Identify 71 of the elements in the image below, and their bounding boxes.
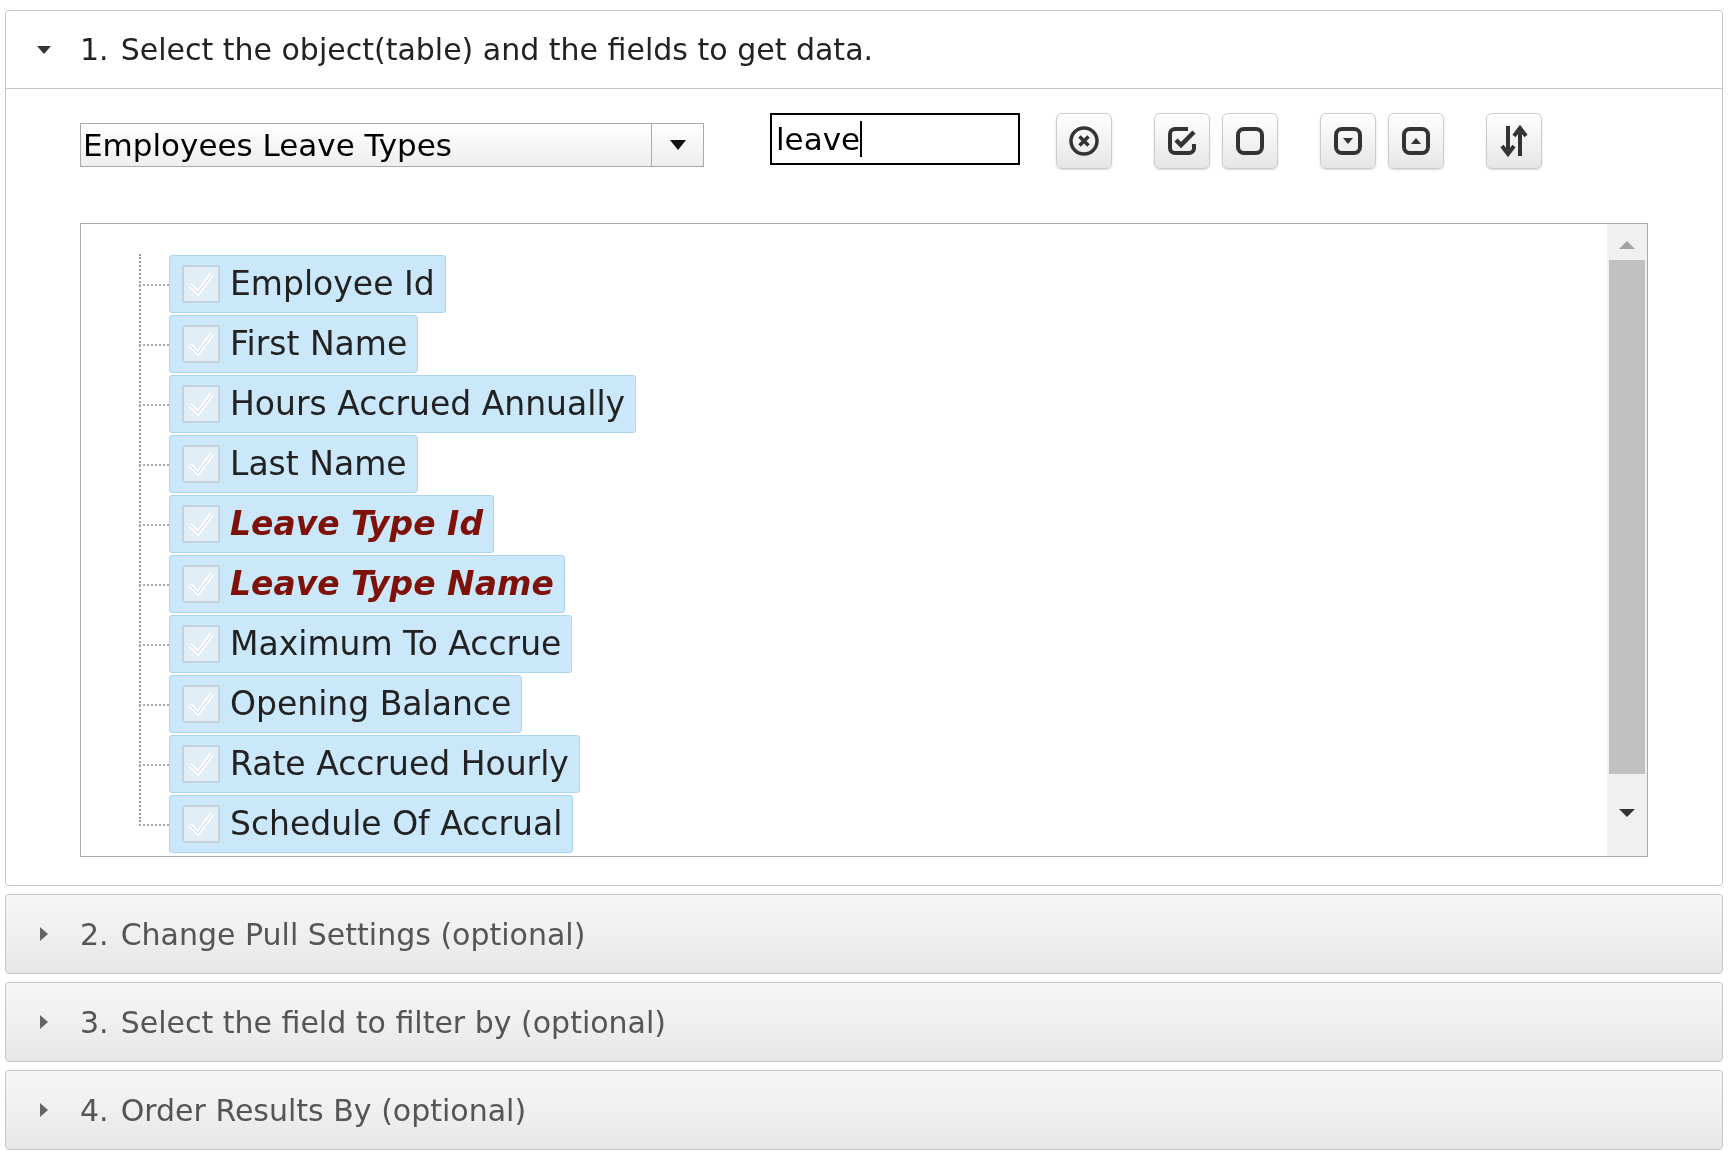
tree-item[interactable]: Leave Type Name — [169, 555, 565, 613]
tree-item[interactable]: Rate Accrued Hourly — [169, 735, 580, 793]
field-label: Maximum To Accrue — [230, 623, 562, 666]
tree-item[interactable]: First Name — [169, 315, 419, 373]
dropdown-value: Employees Leave Types — [82, 125, 453, 165]
caret-down-icon — [668, 139, 687, 151]
accordion-header[interactable]: 4. Order Results By (optional) — [6, 1071, 1722, 1149]
section-title: Order Results By (optional) — [120, 1091, 527, 1130]
check-icon — [187, 451, 215, 477]
checkbox[interactable] — [182, 385, 220, 423]
toolbar-button[interactable] — [1320, 113, 1376, 169]
object-dropdown[interactable]: Employees Leave Types — [80, 123, 704, 167]
section-number: 1. — [80, 31, 109, 69]
scroll-down-arrow-icon[interactable] — [1618, 808, 1636, 818]
section-title: Select the field to filter by (optional) — [120, 1003, 667, 1042]
check-icon — [187, 271, 215, 297]
checkbox[interactable] — [182, 745, 220, 783]
accordion-header[interactable]: 3. Select the field to filter by (optional) — [6, 983, 1722, 1061]
tree-item[interactable]: Maximum To Accrue — [169, 615, 573, 673]
tree-item[interactable]: Last Name — [169, 435, 418, 493]
section-number: 4. — [80, 1091, 109, 1130]
scrollbar[interactable] — [1607, 224, 1647, 856]
search-field[interactable]: leave — [770, 113, 1020, 165]
toolbar-button[interactable] — [1056, 113, 1112, 169]
tree-item[interactable]: Hours Accrued Annually — [169, 375, 637, 433]
checkbox[interactable] — [182, 265, 220, 303]
toolbar-button[interactable] — [1486, 113, 1542, 169]
checkbox[interactable] — [182, 625, 220, 663]
check-icon — [187, 331, 215, 357]
check-icon — [187, 811, 215, 837]
tree-item[interactable]: Opening Balance — [169, 675, 523, 733]
section-title: Change Pull Settings (optional) — [120, 915, 586, 954]
field-label: Employee Id — [230, 263, 435, 306]
checkbox[interactable] — [182, 685, 220, 723]
clear-circle-icon — [1068, 125, 1100, 157]
check-icon — [187, 631, 215, 657]
section-number: 2. — [80, 915, 109, 954]
tree-item[interactable]: Leave Type Id — [169, 495, 494, 553]
accordion-header[interactable]: 1. Select the object(table) and the fields to get data. — [6, 11, 1722, 89]
field-label: Leave Type Name — [230, 563, 554, 606]
toolbar-button[interactable] — [1222, 113, 1278, 169]
checked-box-icon — [1166, 125, 1198, 157]
toolbar-button[interactable] — [1154, 113, 1210, 169]
checkbox[interactable] — [182, 445, 220, 483]
checkbox[interactable] — [182, 805, 220, 843]
field-label: Schedule Of Accrual — [230, 803, 563, 846]
checkbox[interactable] — [182, 565, 220, 603]
check-icon — [187, 511, 215, 537]
field-label: Leave Type Id — [230, 503, 483, 546]
check-icon — [187, 391, 215, 417]
tree-item[interactable]: Employee Id — [169, 255, 446, 313]
section-title: Select the object(table) and the fields to get data. — [120, 31, 874, 69]
check-icon — [187, 751, 215, 777]
accordion-header[interactable]: 2. Change Pull Settings (optional) — [6, 895, 1722, 973]
checkbox[interactable] — [182, 505, 220, 543]
scroll-thumb[interactable] — [1609, 260, 1645, 774]
field-label: Opening Balance — [230, 683, 512, 726]
checkbox[interactable] — [182, 325, 220, 363]
field-label: Rate Accrued Hourly — [230, 743, 569, 786]
sort-arrows-icon — [1498, 124, 1530, 158]
scroll-up-arrow-icon[interactable] — [1618, 240, 1636, 250]
tree-item[interactable]: Schedule Of Accrual — [169, 795, 574, 853]
check-icon — [187, 691, 215, 717]
search-value: leave — [776, 119, 861, 159]
field-label: Last Name — [230, 443, 407, 486]
field-label: Hours Accrued Annually — [230, 383, 626, 426]
field-label: First Name — [230, 323, 408, 366]
toolbar-button[interactable] — [1388, 113, 1444, 169]
empty-box-icon — [1234, 125, 1266, 157]
section-number: 3. — [80, 1003, 109, 1042]
check-icon — [187, 571, 215, 597]
